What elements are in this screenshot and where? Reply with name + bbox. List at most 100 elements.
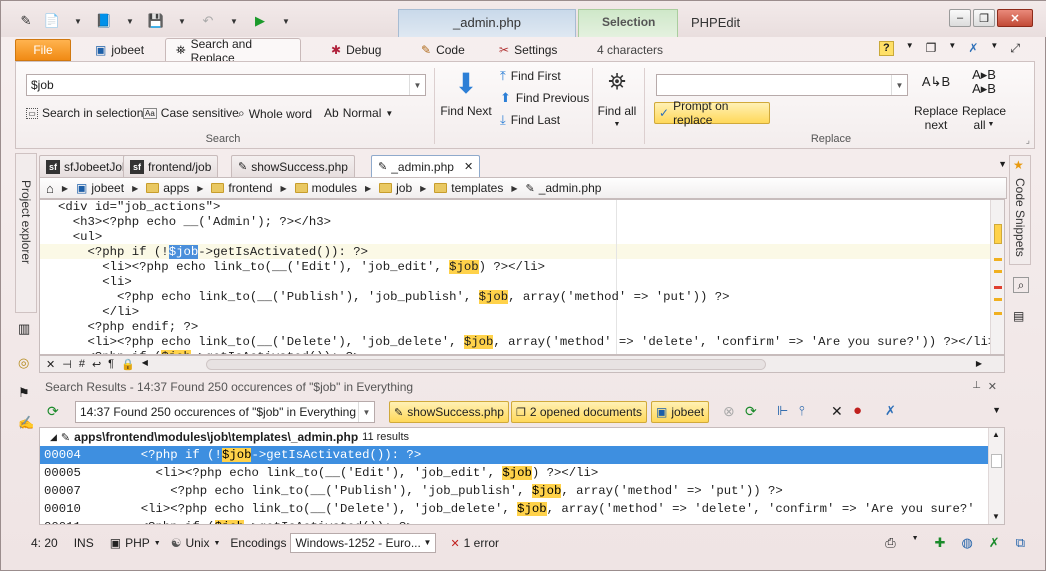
error-indicator[interactable]: ✕ 1 error [450,536,499,550]
close-icon[interactable]: ✕ [46,358,55,371]
app-logo-icon[interactable]: ✎ [15,10,37,32]
prompt-on-replace-toggle[interactable]: ✓ Prompt on replace [654,99,770,127]
dropdown-arrow-icon[interactable]: ▼ [171,10,193,32]
code-snippets-tab[interactable]: ★ Code Snippets [1009,155,1031,265]
find-last-button[interactable]: ⤓ Find Last [500,112,560,128]
whole-word-option[interactable]: ⌕ Whole word [238,106,312,121]
new-file-icon[interactable]: 📄 [41,10,63,32]
paragraph-icon[interactable]: ¶ [108,358,114,371]
find-all-button[interactable]: ⛯ Find all ▼ [596,68,638,132]
result-file-node[interactable]: ◢ ✎ apps\frontend\modules\job\templates\… [50,430,409,444]
scope-jobeet[interactable]: ▣ jobeet [651,401,710,423]
tab-settings[interactable]: ✂ Settings [489,39,567,61]
result-row[interactable]: 00005 <li><?php echo link_to(__('Edit'),… [40,464,990,482]
help-icon[interactable]: ? [879,41,894,56]
fullscreen-icon[interactable]: ⤢ [1010,41,1020,56]
search-history-combo[interactable]: 14:37 Found 250 occurences of "$job" in … [75,401,375,423]
scroll-right-icon[interactable]: ▶ [976,359,982,368]
dropdown-arrow-icon[interactable]: ▼ [67,10,89,32]
scroll-left-icon[interactable]: ◀ [142,358,148,371]
code-editor[interactable]: <div id="job_actions"> <h3><?php echo __… [39,199,1005,355]
scroll-thumb[interactable] [991,454,1002,468]
puzzle-icon[interactable]: ⧉ [1016,535,1025,551]
tab-search-and-replace[interactable]: ⛯ Search and Replace [165,37,301,65]
scroll-down-icon[interactable]: ▼ [992,512,1000,521]
scope-showsuccess[interactable]: ✎ showSuccess.php [389,401,509,423]
clear-results-icon[interactable]: ✕ [831,403,843,420]
tab-code[interactable]: ✎ Code [411,39,475,61]
doc-tab-admin[interactable]: ✎ _admin.php ✕ [371,155,481,177]
search-input[interactable]: $job ▼ [26,74,426,96]
close-panel-icon[interactable]: ✕ [988,380,997,393]
windows-icon[interactable]: ❐ [926,41,937,56]
tools-icon[interactable]: ✗ [989,535,1000,551]
options-icon[interactable]: ✗ [885,403,896,419]
result-row[interactable]: 00004 <?php if (!$job->getIsActivated())… [40,446,990,464]
snippet-tool-icon[interactable]: ⌕ [1013,277,1029,293]
lock-icon[interactable]: 🔒 [121,358,135,371]
home-icon[interactable]: ⌂ [40,181,60,196]
printer-icon[interactable]: ⎙ [885,535,895,551]
search-history-dropdown[interactable]: ▼ [358,402,374,422]
find-previous-button[interactable]: ⬆ Find Previous [500,90,589,106]
result-row[interactable]: 00011 <?php if ($job->getIsActivated()):… [40,518,990,524]
tools-icon[interactable]: ✗ [968,41,978,56]
tab-file[interactable]: File [15,39,71,61]
maximize-button[interactable]: ❐ [973,9,995,27]
tab-debug[interactable]: ✱ Debug [321,39,391,61]
breadcrumb-item-templates[interactable]: templates [428,181,509,195]
add-icon[interactable]: ✚ [935,535,946,551]
scope-opened-documents[interactable]: ❐ 2 opened documents [511,401,647,423]
result-row[interactable]: 00007 <?php echo link_to(__('Publish'), … [40,482,990,500]
replace-input[interactable]: ▼ [656,74,908,96]
rerun-icon[interactable]: ⟳ [745,403,757,420]
insert-mode[interactable]: INS [74,536,94,550]
dropdown-arrow-icon[interactable]: ▼ [223,10,245,32]
encoding-selector[interactable]: Windows-1252 - Euro... ▼ [290,533,437,553]
minimize-button[interactable]: – [949,9,971,27]
doc-tab-frontend-job[interactable]: sf frontend/job [123,155,219,177]
layout-icon[interactable]: ▤ [1013,309,1024,323]
close-tab-icon[interactable]: ✕ [464,160,473,173]
tool-icon[interactable]: ✍ [18,415,34,431]
results-scrollbar[interactable]: ▲ ▼ [988,428,1004,524]
close-button[interactable]: ✕ [997,9,1033,27]
tab-list-dropdown[interactable]: ▼ [998,159,1007,169]
breadcrumb-item-modules[interactable]: modules [289,181,363,195]
bookmark-icon[interactable]: ⚑ [18,385,30,401]
dropdown-arrow-icon[interactable]: ▼ [948,41,956,56]
dialog-launcher-icon[interactable]: ⌟ [1026,135,1030,146]
editor-vertical-scrollbar[interactable] [990,200,1004,354]
find-next-button[interactable]: ⬇ Find Next [440,68,492,118]
stop-icon[interactable]: ⊗ [723,403,735,420]
undo-icon[interactable]: ↶ [197,10,219,32]
filter-icon[interactable]: ⫯ [799,403,805,419]
dropdown-arrow-icon[interactable]: ▼ [119,10,141,32]
search-mode-dropdown[interactable]: Ab Normal ▼ [324,106,393,120]
open-icon[interactable]: 📘 [93,10,115,32]
wrap-icon[interactable]: ↩ [92,358,101,371]
split-icon[interactable]: ⊣ [62,358,72,371]
language-selector[interactable]: ▣ PHP ▼ [110,536,161,550]
tab-jobeet[interactable]: ▣ jobeet [85,39,154,61]
palette-icon[interactable]: ◎ [18,355,29,371]
scroll-up-icon[interactable]: ▲ [992,430,1000,439]
search-results-list[interactable]: ◢ ✎ apps\frontend\modules\job\templates\… [39,427,1005,525]
breadcrumb-item-frontend[interactable]: frontend [205,181,278,195]
replace-next-button[interactable]: A↳B Replace next [914,68,958,132]
search-in-selection-option[interactable]: ▭ Search in selection [26,106,143,120]
dropdown-arrow-icon[interactable]: ▼ [275,10,297,32]
search-history-dropdown[interactable]: ▼ [409,75,425,95]
toolbar-overflow-dropdown[interactable]: ▼ [992,405,1001,415]
dropdown-arrow-icon[interactable]: ▼ [912,535,919,551]
dropdown-arrow-icon[interactable]: ▼ [906,41,914,56]
save-icon[interactable]: 💾 [145,10,167,32]
editor-horizontal-scrollbar[interactable] [206,359,766,370]
run-icon[interactable]: ▶ [249,10,271,32]
breadcrumb-item-job[interactable]: job [373,181,418,195]
replace-history-dropdown[interactable]: ▼ [891,75,907,95]
result-row[interactable]: 00010 <li><?php echo link_to(__('Delete'… [40,500,990,518]
globe-icon[interactable]: ◍ [961,535,972,551]
panel-icon[interactable]: ▥ [18,321,30,337]
project-explorer-tab[interactable]: Project explorer [15,153,37,313]
